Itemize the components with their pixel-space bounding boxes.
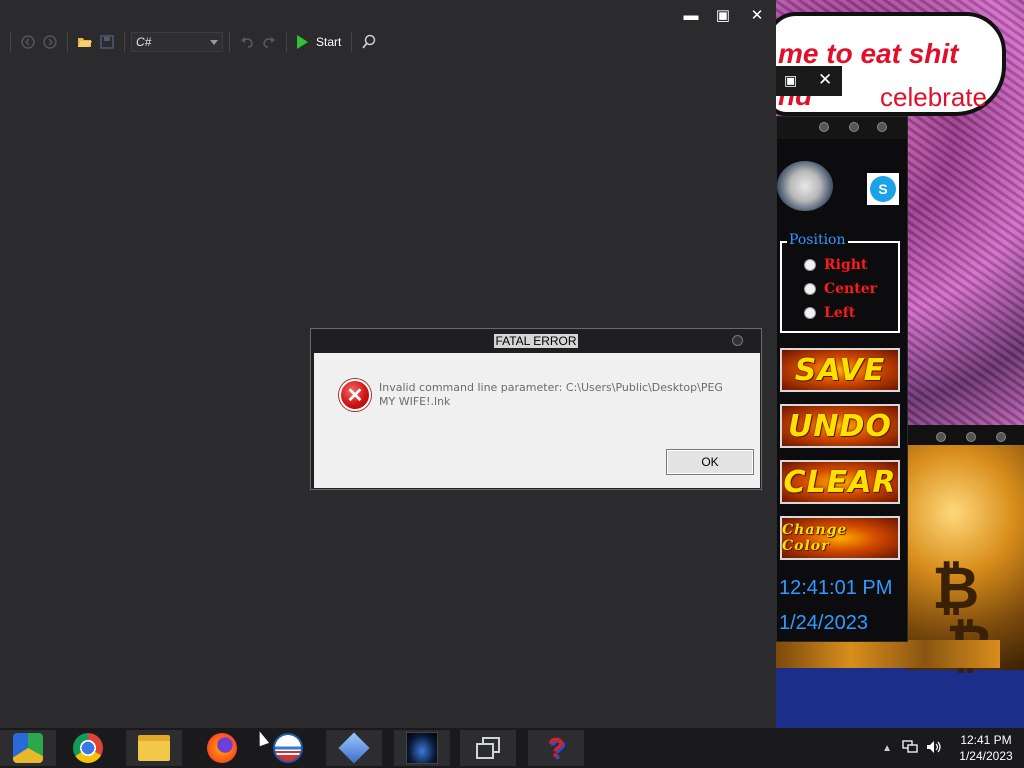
chevron-down-icon: [210, 40, 218, 45]
rocket-icon: [406, 732, 438, 764]
taskbar-task-view[interactable]: [460, 730, 516, 766]
change-color-button[interactable]: Change Color: [780, 516, 900, 560]
taskbar-firefox[interactable]: [194, 730, 250, 766]
start-label: Start: [316, 35, 342, 49]
tool-time: 12:41:01 PM: [779, 577, 893, 599]
chromium-icon: [13, 733, 43, 763]
dialog-titlebar: FATAL ERROR: [311, 332, 761, 350]
taskbar: ? ▲ 12:41 PM 1/24/2023: [0, 728, 1024, 768]
taskbar-chrome[interactable]: [60, 730, 116, 766]
network-icon[interactable]: [902, 739, 918, 757]
taskbar-obama-app[interactable]: [260, 730, 316, 766]
position-group: Position Right Center Left: [780, 232, 900, 333]
open-folder-icon[interactable]: [74, 31, 96, 53]
toolbar-separator: [351, 32, 353, 52]
chrome-icon: [73, 733, 103, 763]
dialog-body: ✕ Invalid command line parameter: C:\Use…: [314, 353, 760, 488]
play-icon: [297, 35, 308, 49]
question-mark-icon: ?: [547, 732, 565, 763]
search-icon[interactable]: [358, 31, 380, 53]
language-value: C#: [136, 35, 152, 49]
toolbar-separator: [229, 32, 230, 52]
taskbar-clock[interactable]: 12:41 PM 1/24/2023: [948, 732, 1024, 764]
ok-button[interactable]: OK: [666, 449, 754, 475]
speech-bubble: me to eat shit nd celebrate: [776, 12, 1006, 116]
save-button[interactable]: SAVE: [780, 348, 900, 392]
taskbar-chromium[interactable]: [0, 730, 56, 766]
close-icon[interactable]: ✕: [818, 70, 832, 90]
language-select[interactable]: C#: [131, 32, 223, 52]
obama-logo-icon: [273, 733, 303, 763]
ide-toolbar: C# Start: [10, 30, 380, 54]
clear-button[interactable]: CLEAR: [780, 460, 900, 504]
chevron-up-icon[interactable]: ▲: [882, 743, 892, 754]
toolbar-separator: [10, 32, 11, 52]
taskbar-file-explorer[interactable]: [126, 730, 182, 766]
toolbar-separator: [67, 32, 68, 52]
radio-circle-icon[interactable]: [804, 259, 816, 271]
task-view-icon: [476, 737, 500, 759]
minimize-button[interactable]: ▬: [676, 4, 706, 26]
forward-icon[interactable]: [39, 31, 61, 53]
coins-image-strip: [776, 640, 1000, 668]
taskbar-date: 1/24/2023: [959, 749, 1013, 763]
taskbar-time: 12:41 PM: [960, 733, 1012, 747]
radio-label: Left: [824, 305, 856, 321]
dialog-close-icon[interactable]: [732, 335, 743, 346]
undo-icon[interactable]: [236, 31, 258, 53]
position-tool-window: S Position Right Center Left SAVE UNDO C…: [776, 116, 908, 642]
maximize-icon[interactable]: ▣: [784, 72, 797, 89]
radio-center[interactable]: Center: [804, 281, 877, 297]
error-message: Invalid command line parameter: C:\Users…: [379, 381, 723, 408]
app-logo: [777, 161, 833, 211]
radio-left[interactable]: Left: [804, 305, 855, 321]
system-tray: ▲ 12:41 PM 1/24/2023: [882, 728, 1024, 768]
radio-circle-icon[interactable]: [804, 283, 816, 295]
taskbar-diamond-app[interactable]: [326, 730, 382, 766]
taskbar-questionmark-app[interactable]: ?: [528, 730, 584, 766]
back-icon[interactable]: [17, 31, 39, 53]
window-dot-icon[interactable]: [877, 122, 887, 132]
radio-label: Right: [824, 257, 868, 273]
redo-icon[interactable]: [258, 31, 280, 53]
radio-label: Center: [824, 281, 877, 297]
toolbar-separator: [286, 32, 287, 52]
save-label: SAVE: [794, 352, 886, 388]
close-button[interactable]: ✕: [742, 4, 772, 26]
save-icon[interactable]: [96, 31, 118, 53]
toolbar-separator: [124, 32, 125, 52]
change-color-label: Change Color: [782, 522, 848, 554]
error-icon: ✕: [339, 379, 371, 411]
window-dot-icon[interactable]: [819, 122, 829, 132]
window-dot-icon[interactable]: [966, 432, 976, 442]
tool-date: 1/24/2023: [779, 612, 868, 634]
maximize-button[interactable]: ▣: [708, 4, 738, 26]
clear-label: CLEAR: [783, 464, 897, 500]
taskbar-rocket-app[interactable]: [394, 730, 450, 766]
radio-right[interactable]: Right: [804, 257, 867, 273]
volume-icon[interactable]: [926, 740, 942, 757]
tool-titlebar: [777, 117, 907, 139]
position-label: Position: [787, 232, 848, 248]
background-window-controls: ▣ ✕: [776, 66, 842, 96]
speech-line-2b: celebrate: [880, 82, 987, 112]
radio-circle-icon[interactable]: [804, 307, 816, 319]
fatal-error-dialog: FATAL ERROR ✕ Invalid command line param…: [310, 328, 762, 490]
bitcoin-image: ₿ ₿: [906, 445, 1024, 679]
diamond-icon: [338, 732, 370, 764]
window-dot-icon[interactable]: [936, 432, 946, 442]
undo-button[interactable]: UNDO: [780, 404, 900, 448]
skype-icon[interactable]: S: [867, 173, 899, 205]
window-dot-icon[interactable]: [849, 122, 859, 132]
undo-label: UNDO: [788, 408, 892, 444]
firefox-icon: [207, 733, 237, 763]
window-dot-icon[interactable]: [996, 432, 1006, 442]
start-button[interactable]: Start: [293, 31, 345, 53]
dialog-title: FATAL ERROR: [494, 334, 578, 348]
folder-icon: [138, 735, 170, 761]
